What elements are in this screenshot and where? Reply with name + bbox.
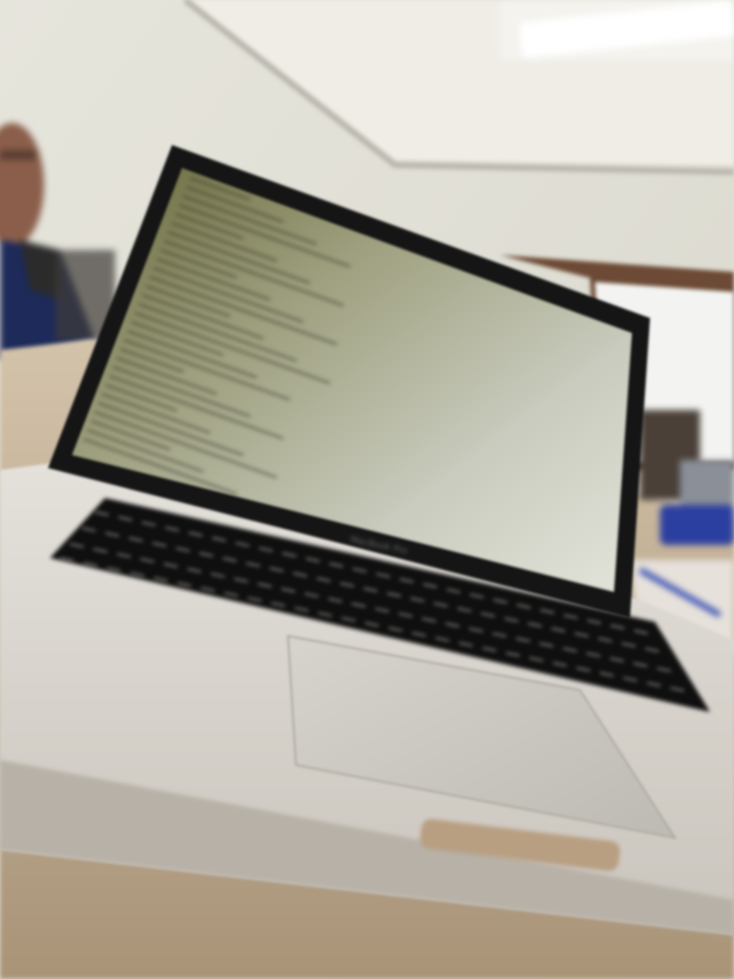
ceiling-light-glow [500, 0, 734, 60]
photo-scene: MacBook Pro [0, 0, 734, 979]
